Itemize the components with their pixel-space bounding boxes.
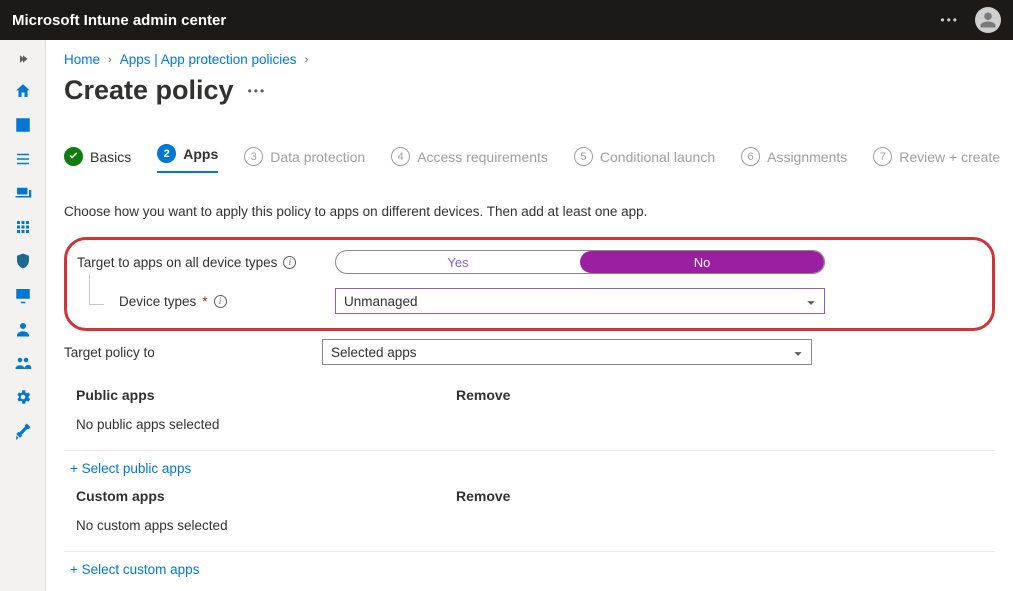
page-more-icon[interactable]: ••• xyxy=(248,84,267,98)
field-label: Target policy to xyxy=(64,345,155,360)
select-public-apps-link[interactable]: + Select public apps xyxy=(64,451,203,480)
toggle-no[interactable]: No xyxy=(580,251,824,273)
custom-apps-empty: No custom apps selected xyxy=(64,512,995,552)
field-label: Device types xyxy=(119,294,196,309)
breadcrumb-home[interactable]: Home xyxy=(64,52,100,67)
chevron-right-icon: › xyxy=(305,54,309,66)
field-device-types: Device types * i Unmanaged xyxy=(77,288,978,314)
step-label: Access requirements xyxy=(417,149,548,165)
nav-all-services-icon[interactable] xyxy=(0,144,46,174)
device-types-dropdown[interactable]: Unmanaged xyxy=(335,288,825,314)
field-target-policy-to: Target policy to Selected apps xyxy=(64,339,995,365)
step-apps[interactable]: 2 Apps xyxy=(157,144,218,169)
step-label: Conditional launch xyxy=(600,149,715,165)
app-title: Microsoft Intune admin center xyxy=(12,12,226,29)
step-assignments[interactable]: 6 Assignments xyxy=(741,147,847,166)
nav-endpoint-security-icon[interactable] xyxy=(0,246,46,276)
chevron-right-icon: › xyxy=(108,54,112,66)
field-target-all-device-types: Target to apps on all device types i Yes… xyxy=(77,250,978,274)
step-label: Apps xyxy=(183,146,218,162)
breadcrumb: Home › Apps | App protection policies › xyxy=(64,52,995,67)
more-icon[interactable]: ••• xyxy=(940,13,959,27)
step-review-create[interactable]: 7 Review + create xyxy=(873,147,1000,166)
remove-header: Remove xyxy=(456,387,983,403)
check-icon xyxy=(64,147,83,166)
page-title: Create policy xyxy=(64,75,234,106)
nav-apps-icon[interactable] xyxy=(0,212,46,242)
nav-home-icon[interactable] xyxy=(0,76,46,106)
rail-expand-icon[interactable] xyxy=(0,46,46,72)
required-asterisk: * xyxy=(202,294,207,309)
step-conditional-launch[interactable]: 5 Conditional launch xyxy=(574,147,715,166)
nav-tenant-admin-icon[interactable] xyxy=(0,382,46,412)
step-basics[interactable]: Basics xyxy=(64,147,131,166)
nav-users-icon[interactable] xyxy=(0,314,46,344)
topbar: Microsoft Intune admin center ••• xyxy=(0,0,1013,40)
step-access-requirements[interactable]: 4 Access requirements xyxy=(391,147,548,166)
toggle-yes[interactable]: Yes xyxy=(336,251,580,273)
target-all-toggle[interactable]: Yes No xyxy=(335,250,825,274)
step-number: 7 xyxy=(873,147,892,166)
target-policy-dropdown[interactable]: Selected apps xyxy=(322,339,812,365)
step-label: Review + create xyxy=(899,149,1000,165)
step-number: 6 xyxy=(741,147,760,166)
step-label: Assignments xyxy=(767,149,847,165)
avatar[interactable] xyxy=(975,7,1001,33)
nav-devices-icon[interactable] xyxy=(0,178,46,208)
custom-apps-header: Custom apps xyxy=(76,488,456,504)
nav-reports-icon[interactable] xyxy=(0,280,46,310)
chevron-down-icon xyxy=(806,296,816,306)
intro-text: Choose how you want to apply this policy… xyxy=(64,204,995,219)
step-number: 4 xyxy=(391,147,410,166)
nav-groups-icon[interactable] xyxy=(0,348,46,378)
step-label: Basics xyxy=(90,149,131,165)
nav-rail xyxy=(0,40,46,591)
dropdown-value: Selected apps xyxy=(331,345,417,360)
custom-apps-header-row: Custom apps Remove xyxy=(64,480,995,512)
info-icon[interactable]: i xyxy=(214,295,227,308)
chevron-down-icon xyxy=(793,347,803,357)
breadcrumb-apps[interactable]: Apps | App protection policies xyxy=(120,52,297,67)
nav-troubleshoot-icon[interactable] xyxy=(0,416,46,446)
step-number: 2 xyxy=(157,144,176,163)
public-apps-empty: No public apps selected xyxy=(64,411,995,451)
dropdown-value: Unmanaged xyxy=(344,294,418,309)
wizard-steps: Basics 2 Apps 3 Data protection 4 Access… xyxy=(64,144,995,173)
public-apps-header: Public apps xyxy=(76,387,456,403)
select-custom-apps-link[interactable]: + Select custom apps xyxy=(64,552,211,581)
field-label: Target to apps on all device types xyxy=(77,255,277,270)
step-label: Data protection xyxy=(270,149,365,165)
highlighted-settings: Target to apps on all device types i Yes… xyxy=(64,237,995,331)
remove-header: Remove xyxy=(456,488,983,504)
nav-dashboard-icon[interactable] xyxy=(0,110,46,140)
topbar-right: ••• xyxy=(940,7,1001,33)
main-content: Home › Apps | App protection policies › … xyxy=(46,40,1013,591)
info-icon[interactable]: i xyxy=(283,256,296,269)
public-apps-header-row: Public apps Remove xyxy=(64,379,995,411)
step-number: 5 xyxy=(574,147,593,166)
step-number: 3 xyxy=(244,147,263,166)
step-data-protection[interactable]: 3 Data protection xyxy=(244,147,365,166)
